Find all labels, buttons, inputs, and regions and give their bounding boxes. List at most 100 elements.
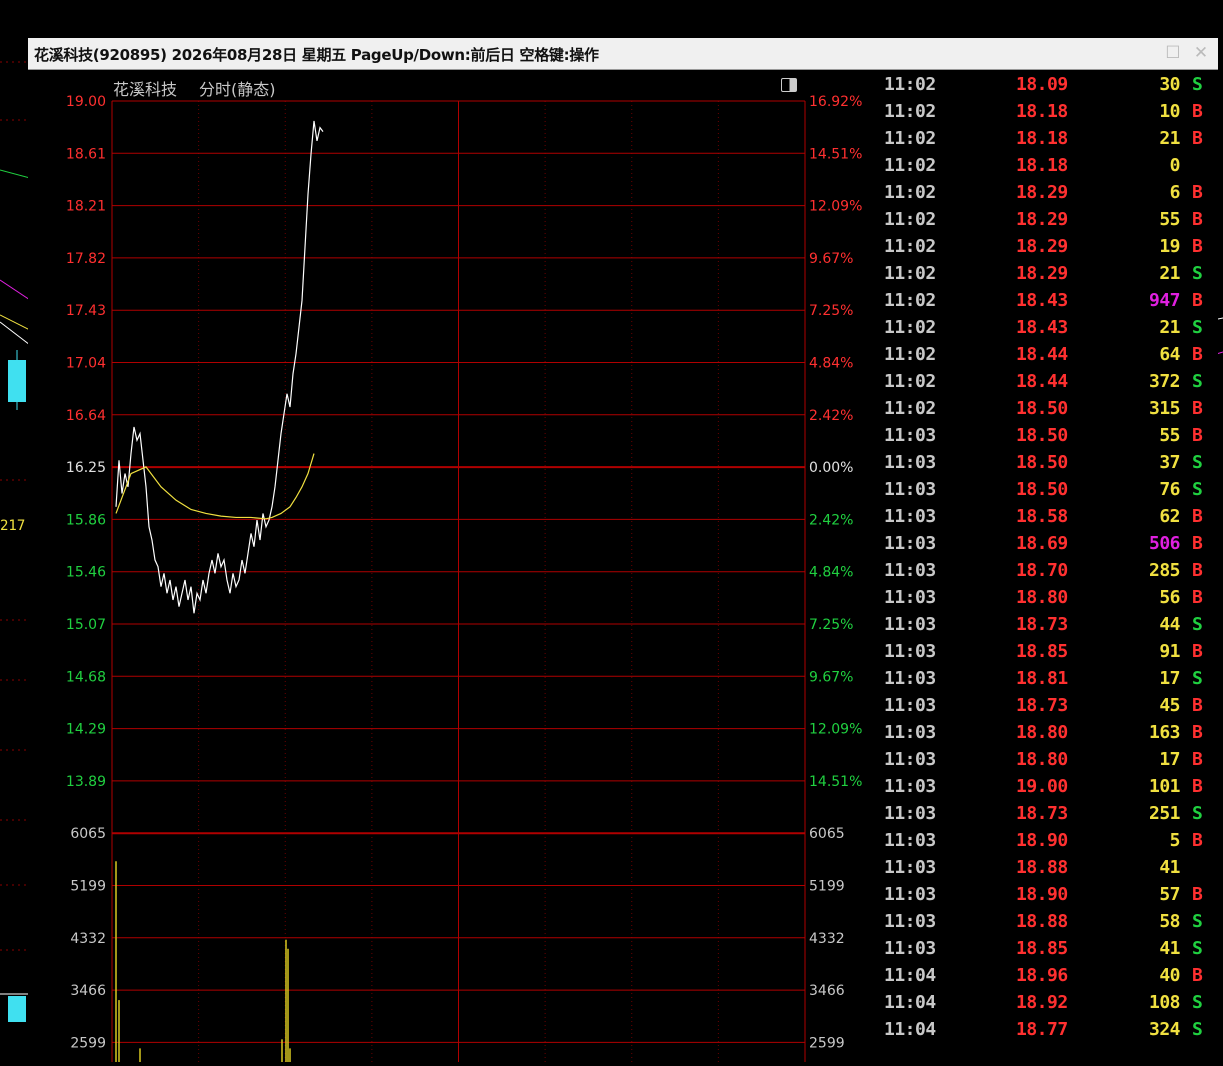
- tick-price: 18.43: [1016, 290, 1068, 311]
- tick-volume: 41: [1159, 938, 1180, 959]
- price-axis-label: 18.21: [66, 199, 106, 215]
- tick-row: 11:03 18.88 41: [880, 854, 1218, 881]
- tick-volume: 506: [1148, 533, 1181, 554]
- tick-row: 11:02 18.18 0: [880, 152, 1218, 179]
- tick-volume: 55: [1159, 209, 1180, 230]
- tick-price: 18.18: [1016, 101, 1068, 122]
- tick-price: 18.18: [1016, 128, 1068, 149]
- tick-side: B: [1192, 776, 1203, 797]
- tick-side: B: [1192, 236, 1203, 257]
- volume-axis-label: 6065: [70, 826, 106, 842]
- tick-row: 11:02 18.44 372 S: [880, 368, 1218, 395]
- price-axis-label: 16.25: [66, 460, 106, 476]
- chart-mode-label: 分时(静态): [199, 80, 276, 99]
- tick-row: 11:02 18.29 55 B: [880, 206, 1218, 233]
- tick-row: 11:02 18.29 6 B: [880, 179, 1218, 206]
- tick-volume: 947: [1148, 290, 1181, 311]
- tick-side: B: [1192, 182, 1203, 203]
- tick-volume: 251: [1148, 803, 1181, 824]
- tick-side: S: [1192, 614, 1203, 635]
- tick-side: S: [1192, 992, 1203, 1013]
- volume-axis-label-right: 6065: [809, 826, 845, 842]
- tick-time: 11:03: [884, 857, 936, 878]
- price-axis-label: 19.00: [66, 94, 106, 110]
- pct-axis-label: 4.84%: [809, 356, 853, 372]
- tick-price: 18.92: [1016, 992, 1068, 1013]
- tick-side: S: [1192, 317, 1203, 338]
- tick-time: 11:02: [884, 317, 936, 338]
- pct-axis-label: 14.51%: [809, 146, 862, 162]
- tick-row: 11:04 18.92 108 S: [880, 989, 1218, 1016]
- tick-time: 11:03: [884, 938, 936, 959]
- volume-axis-label-right: 3466: [809, 983, 845, 999]
- tick-side: S: [1192, 938, 1203, 959]
- tick-row: 11:02 18.29 21 S: [880, 260, 1218, 287]
- tick-row: 11:03 18.58 62 B: [880, 503, 1218, 530]
- intraday-chart: 19.00 16.92% 18.61 14.51% 18.21 12.09% 17.82 9.…: [28, 70, 880, 1062]
- tick-row: 11:03 18.85 91 B: [880, 638, 1218, 665]
- close-icon[interactable]: ✕: [1190, 43, 1212, 63]
- tick-volume: 6: [1169, 182, 1181, 203]
- price-axis-label: 14.68: [66, 669, 106, 685]
- tick-volume: 64: [1159, 344, 1180, 365]
- tick-volume: 0: [1169, 155, 1181, 176]
- tick-list[interactable]: 11:02 18.09 30 S 11:02 18.18 10 B 11:02 18.18 21 B 1…: [880, 70, 1218, 1062]
- tick-row: 11:04 18.77 324 S: [880, 1016, 1218, 1043]
- tick-price: 18.18: [1016, 155, 1068, 176]
- tick-price: 18.85: [1016, 641, 1068, 662]
- tick-time: 11:03: [884, 614, 936, 635]
- tick-volume: 45: [1159, 695, 1180, 716]
- tick-volume: 17: [1159, 668, 1180, 689]
- tick-side: B: [1192, 884, 1203, 905]
- tick-side: B: [1192, 722, 1203, 743]
- tick-side: B: [1192, 128, 1203, 149]
- price-axis-label: 15.07: [66, 617, 106, 633]
- tick-price: 18.81: [1016, 668, 1068, 689]
- tick-side: S: [1192, 803, 1203, 824]
- tick-price: 18.29: [1016, 209, 1068, 230]
- tick-time: 11:02: [884, 344, 936, 365]
- tick-price: 18.88: [1016, 911, 1068, 932]
- tick-time: 11:02: [884, 371, 936, 392]
- tick-time: 11:03: [884, 830, 936, 851]
- restore-icon[interactable]: ☐: [1162, 43, 1184, 63]
- tick-volume: 17: [1159, 749, 1180, 770]
- tick-volume: 62: [1159, 506, 1180, 527]
- tick-price: 18.73: [1016, 614, 1068, 635]
- tick-time: 11:02: [884, 263, 936, 284]
- window-titlebar[interactable]: 花溪科技(920895) 2026年08月28日 星期五 PageUp/Down…: [28, 38, 1218, 70]
- tick-time: 11:03: [884, 479, 936, 500]
- volume-axis-label-right: 5199: [809, 879, 845, 895]
- intraday-chart-svg: 19.00 16.92% 18.61 14.51% 18.21 12.09% 17.82 9.…: [66, 94, 862, 1062]
- tick-row: 11:02 18.29 19 B: [880, 233, 1218, 260]
- tick-price: 18.43: [1016, 317, 1068, 338]
- tick-side: B: [1192, 533, 1203, 554]
- tick-row: 11:03 18.73 45 B: [880, 692, 1218, 719]
- tick-price: 18.80: [1016, 722, 1068, 743]
- tick-price: 18.88: [1016, 857, 1068, 878]
- tick-time: 11:03: [884, 911, 936, 932]
- tick-volume: 91: [1159, 641, 1180, 662]
- tick-price: 18.70: [1016, 560, 1068, 581]
- tick-time: 11:02: [884, 101, 936, 122]
- tick-row: 11:03 18.80 56 B: [880, 584, 1218, 611]
- tick-volume: 44: [1159, 614, 1180, 635]
- pct-axis-label: 12.09%: [809, 722, 862, 738]
- panel-toggle-icon[interactable]: [781, 78, 797, 92]
- tick-time: 11:02: [884, 398, 936, 419]
- tick-price: 18.69: [1016, 533, 1068, 554]
- tick-price: 18.90: [1016, 830, 1068, 851]
- tick-time: 11:04: [884, 1019, 936, 1040]
- tick-row: 11:02 18.43 21 S: [880, 314, 1218, 341]
- tick-price: 18.80: [1016, 587, 1068, 608]
- tick-volume: 21: [1159, 263, 1180, 284]
- tick-time: 11:04: [884, 992, 936, 1013]
- price-axis-label: 18.61: [66, 146, 106, 162]
- tick-side: B: [1192, 830, 1203, 851]
- tick-volume: 101: [1148, 776, 1181, 797]
- tick-row: 11:03 18.80 17 B: [880, 746, 1218, 773]
- tick-price: 19.00: [1016, 776, 1068, 797]
- volume-axis-label: 5199: [70, 879, 106, 895]
- tick-side: B: [1192, 290, 1203, 311]
- volume-axis-label-right: 4332: [809, 931, 845, 947]
